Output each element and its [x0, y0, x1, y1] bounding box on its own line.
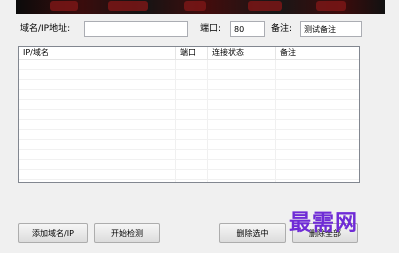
host-table[interactable]: IP/域名 端口 连接状态 备注 — [18, 46, 360, 183]
table-row — [19, 150, 359, 160]
port-input[interactable] — [230, 21, 265, 37]
start-check-button[interactable]: 开始检测 — [94, 223, 160, 243]
table-row — [19, 70, 359, 80]
delete-selected-button[interactable]: 删除选中 — [219, 223, 286, 243]
table-row — [19, 80, 359, 90]
watermark-logo: 最需网 — [289, 210, 359, 236]
table-row — [19, 110, 359, 120]
table-row — [19, 60, 359, 70]
column-header-note[interactable]: 备注 — [276, 47, 359, 59]
column-header-status[interactable]: 连接状态 — [208, 47, 276, 59]
table-row — [19, 120, 359, 130]
host-input[interactable] — [84, 21, 188, 37]
table-header: IP/域名 端口 连接状态 备注 — [19, 47, 359, 60]
note-input[interactable] — [300, 21, 362, 37]
banner-image — [16, 0, 385, 14]
port-label: 端口: — [200, 24, 222, 34]
column-header-host[interactable]: IP/域名 — [19, 47, 176, 59]
table-body — [19, 60, 359, 182]
input-row: 域名/IP地址: 端口: 备注: — [0, 20, 399, 40]
table-row — [19, 140, 359, 150]
column-header-port[interactable]: 端口 — [176, 47, 208, 59]
table-row — [19, 130, 359, 140]
table-row — [19, 90, 359, 100]
table-row — [19, 100, 359, 110]
note-label: 备注: — [271, 24, 293, 34]
add-host-button[interactable]: 添加域名/IP — [18, 223, 88, 243]
host-label: 域名/IP地址: — [20, 24, 71, 34]
table-row — [19, 170, 359, 180]
table-row — [19, 160, 359, 170]
